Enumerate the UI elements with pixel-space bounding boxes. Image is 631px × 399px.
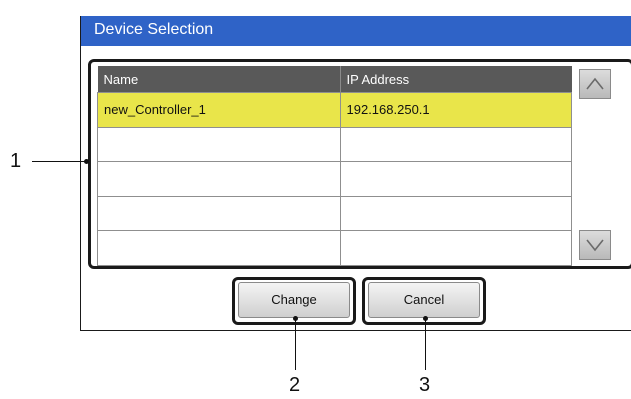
column-header-name[interactable]: Name bbox=[97, 66, 341, 93]
table-header-row: Name IP Address bbox=[97, 66, 572, 93]
table-row[interactable] bbox=[97, 126, 572, 163]
device-selection-dialog: Device Selection Name IP Address new_Con… bbox=[80, 16, 631, 331]
table-row[interactable] bbox=[97, 195, 572, 232]
dialog-titlebar: Device Selection bbox=[81, 16, 631, 46]
callout-leader-3 bbox=[425, 318, 426, 370]
cell-name bbox=[97, 126, 341, 163]
cancel-button[interactable]: Cancel bbox=[368, 282, 480, 318]
dialog-title: Device Selection bbox=[94, 21, 214, 38]
callout-dot-3 bbox=[423, 316, 428, 321]
chevron-down-icon bbox=[586, 239, 604, 252]
cell-name: new_Controller_1 bbox=[97, 92, 341, 128]
callout-number-1: 1 bbox=[10, 150, 22, 172]
cell-name bbox=[97, 230, 341, 266]
cell-ip-address bbox=[339, 161, 572, 197]
cell-name bbox=[97, 161, 341, 197]
cell-ip-address bbox=[339, 195, 572, 232]
cell-ip-address bbox=[339, 126, 572, 163]
cell-ip-address bbox=[339, 230, 572, 266]
device-table: Name IP Address new_Controller_1 192.168… bbox=[97, 66, 572, 266]
cell-ip-address: 192.168.250.1 bbox=[339, 92, 572, 128]
table-row[interactable] bbox=[97, 230, 572, 266]
callout-number-3: 3 bbox=[419, 374, 431, 396]
cell-name bbox=[97, 195, 341, 232]
scroll-down-button[interactable] bbox=[579, 230, 611, 260]
table-row[interactable]: new_Controller_1 192.168.250.1 bbox=[97, 92, 572, 128]
callout-leader-2 bbox=[295, 318, 296, 370]
callout-number-2: 2 bbox=[289, 374, 301, 396]
column-header-ip-address[interactable]: IP Address bbox=[340, 66, 572, 93]
table-row[interactable] bbox=[97, 161, 572, 197]
change-button[interactable]: Change bbox=[238, 282, 350, 318]
scroll-up-button[interactable] bbox=[579, 69, 611, 99]
chevron-up-icon bbox=[586, 77, 604, 90]
callout-dot-1 bbox=[84, 159, 89, 164]
callout-leader-1 bbox=[32, 161, 85, 162]
callout-dot-2 bbox=[293, 316, 298, 321]
